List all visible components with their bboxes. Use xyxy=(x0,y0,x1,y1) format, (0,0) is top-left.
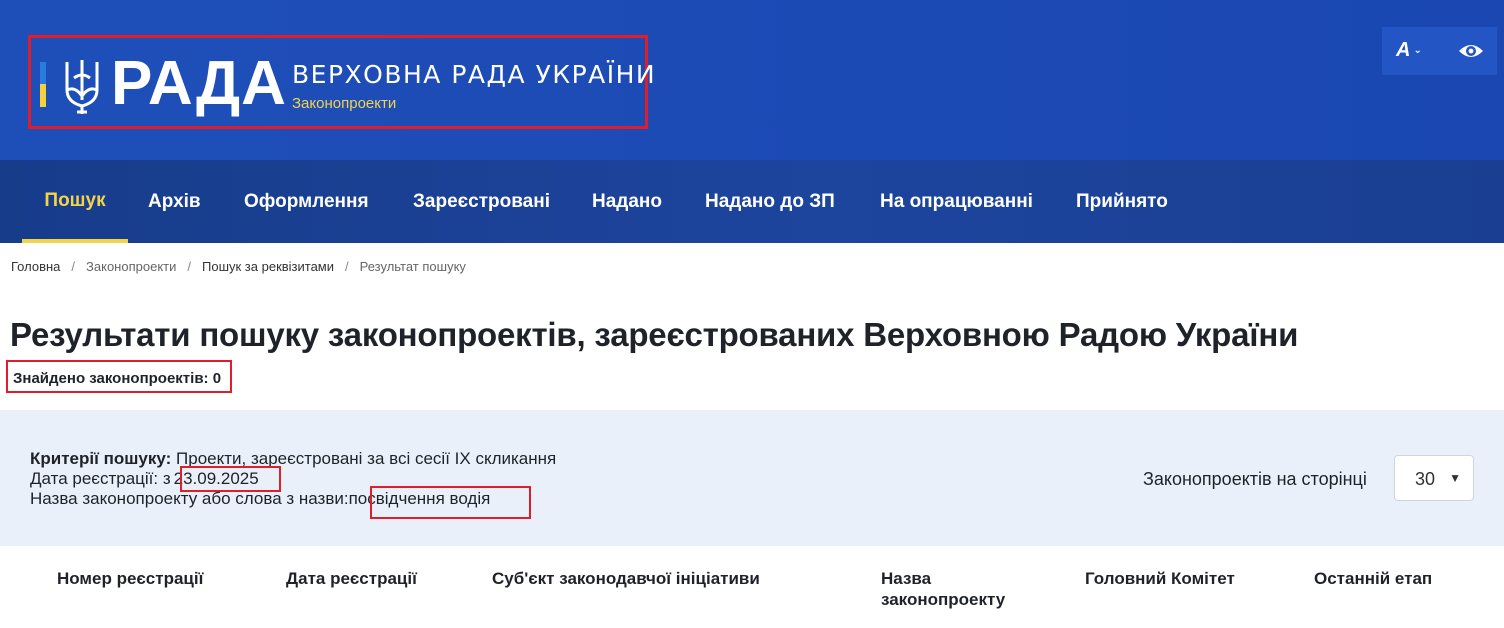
trident-icon xyxy=(65,60,99,114)
nav-item-adopted[interactable]: Прийнято xyxy=(1076,160,1168,243)
chevron-down-icon: ▼ xyxy=(1449,471,1461,485)
logo-wordmark: РАДА xyxy=(111,49,287,118)
date-highlight xyxy=(180,466,281,492)
nav-item-archive[interactable]: Архів xyxy=(148,160,201,243)
breadcrumb-bills[interactable]: Законопроекти xyxy=(86,259,176,274)
site-header: РАДА ВЕРХОВНА РАДА УКРАЇНИ Законопроекти… xyxy=(0,0,1504,160)
table-header-last-stage[interactable]: Останній етап xyxy=(1314,568,1432,589)
main-nav: Пошук Архів Оформлення Зареєстровані Над… xyxy=(0,160,1504,243)
nav-item-in-progress[interactable]: На опрацюванні xyxy=(880,160,1033,243)
per-page-select[interactable]: 30 ▼ xyxy=(1394,455,1474,501)
accessibility-panel: A ⌄ xyxy=(1382,27,1497,75)
site-subtitle: Законопроекти xyxy=(292,95,397,112)
per-page-value: 30 xyxy=(1415,469,1436,489)
site-logo[interactable]: РАДА ВЕРХОВНА РАДА УКРАЇНИ Законопроекти xyxy=(28,35,655,129)
table-header-reg-number[interactable]: Номер реєстрації xyxy=(57,568,203,589)
breadcrumb-current: Результат пошуку xyxy=(359,259,466,274)
criteria-date-label: Дата реєстрації: з xyxy=(30,469,171,488)
flag-stripe xyxy=(40,62,46,107)
nav-item-search[interactable]: Пошук xyxy=(22,160,128,243)
nav-item-submitted[interactable]: Надано xyxy=(592,160,662,243)
nav-item-registered[interactable]: Зареєстровані xyxy=(413,160,550,243)
page-title: Результати пошуку законопроектів, зареєс… xyxy=(10,316,1299,353)
criteria-label: Критерії пошуку: xyxy=(30,449,172,468)
table-header-bill-name[interactable]: Назва законопроекту xyxy=(881,568,1021,610)
nav-item-drafting[interactable]: Оформлення xyxy=(244,160,369,243)
table-header-committee[interactable]: Головний Комітет xyxy=(1085,568,1235,589)
font-size-button[interactable]: A ⌄ xyxy=(1396,39,1422,62)
table-header-reg-date[interactable]: Дата реєстрації xyxy=(286,568,417,589)
criteria-line: Критерії пошуку: Проекти, зареєстровані … xyxy=(30,449,556,469)
nav-item-submitted-zp[interactable]: Надано до ЗП xyxy=(705,160,835,243)
eye-icon[interactable] xyxy=(1458,41,1484,61)
table-header-subject[interactable]: Суб'єкт законодавчої ініціативи xyxy=(492,568,760,589)
name-highlight xyxy=(370,486,531,519)
breadcrumb: Головна / Законопроекти / Пошук за реквізита… xyxy=(11,259,466,274)
results-count-value: 0 xyxy=(212,370,222,387)
breadcrumb-search[interactable]: Пошук за реквізитами xyxy=(202,259,334,274)
search-criteria-panel: Критерії пошуку: Проекти, зареєстровані … xyxy=(0,410,1504,546)
results-count: Знайдено законопроектів: 0 xyxy=(6,360,232,393)
results-count-label: Знайдено законопроектів: xyxy=(13,370,209,387)
breadcrumb-home[interactable]: Головна xyxy=(11,259,60,274)
chevron-down-icon: ⌄ xyxy=(1413,45,1422,56)
font-size-label: A xyxy=(1396,39,1411,61)
per-page-label: Законопроектів на сторінці xyxy=(1143,469,1367,489)
site-title: ВЕРХОВНА РАДА УКРАЇНИ xyxy=(292,60,657,89)
